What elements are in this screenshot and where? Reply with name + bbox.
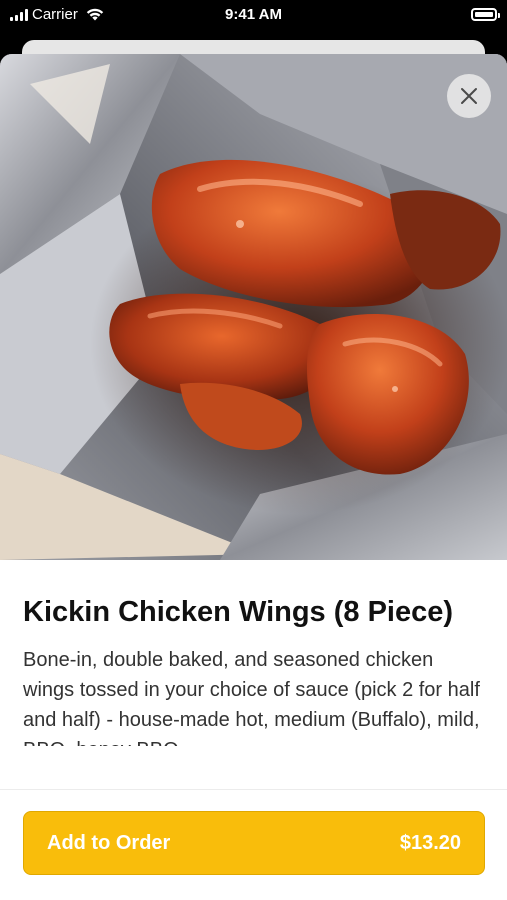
order-footer: Add to Order $13.20 bbox=[0, 789, 507, 900]
chicken-wings-photo bbox=[0, 54, 507, 560]
status-bar: Carrier 9:41 AM bbox=[0, 0, 507, 30]
item-photo bbox=[0, 54, 507, 560]
item-description: Bone-in, double baked, and seasoned chic… bbox=[23, 649, 480, 746]
item-detail-sheet: Kickin Chicken Wings (8 Piece) Bone-in, … bbox=[0, 54, 507, 900]
item-title: Kickin Chicken Wings (8 Piece) bbox=[23, 596, 454, 628]
app-screen: Carrier 9:41 AM Kickin Chicken Wings (8 … bbox=[0, 0, 507, 900]
item-details: Kickin Chicken Wings (8 Piece) Bone-in, … bbox=[23, 591, 485, 746]
item-price: $13.20 bbox=[399, 831, 461, 854]
item-description-container: Bone-in, double baked, and seasoned chic… bbox=[23, 645, 485, 746]
close-icon bbox=[461, 88, 477, 104]
battery-icon bbox=[471, 8, 500, 21]
add-to-order-label: Add to Order bbox=[47, 831, 171, 854]
close-button[interactable] bbox=[447, 74, 491, 118]
status-time: 9:41 AM bbox=[225, 6, 282, 23]
add-to-order-button[interactable]: Add to Order $13.20 bbox=[23, 811, 485, 875]
